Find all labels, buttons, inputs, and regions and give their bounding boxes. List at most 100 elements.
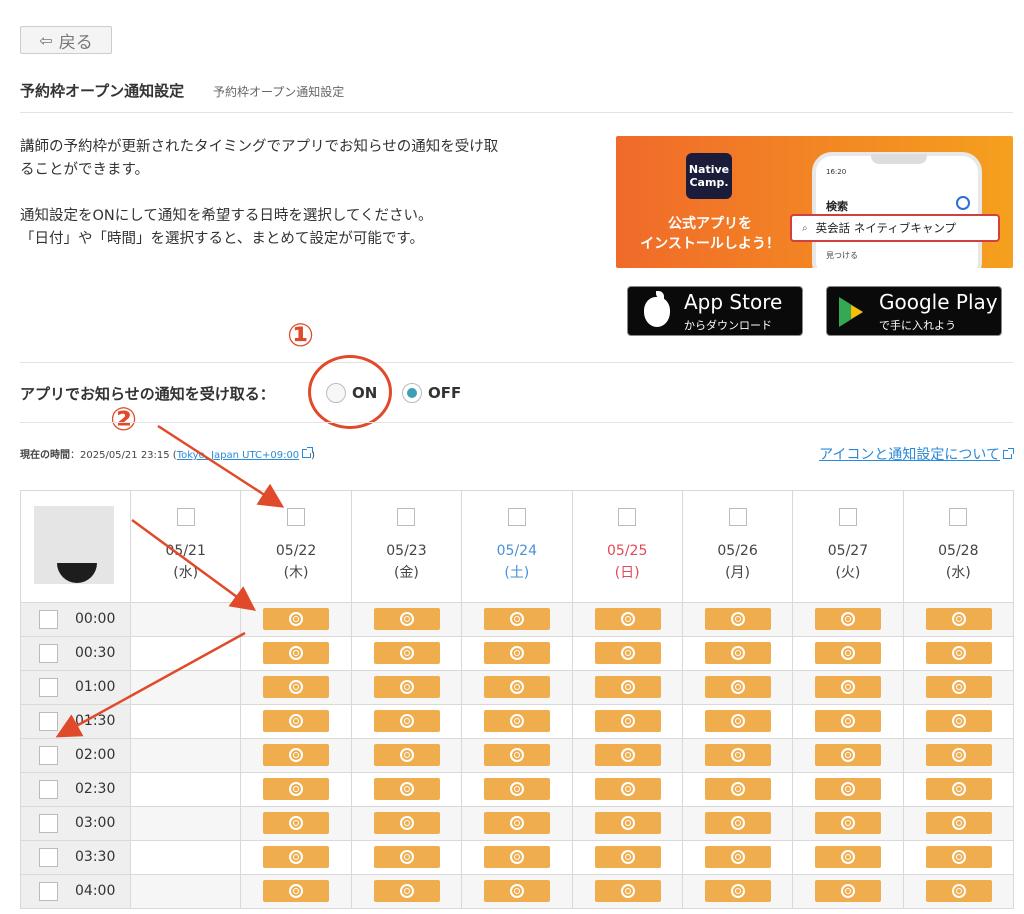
googleplay-button[interactable]: Google Play で手に入れよう: [826, 286, 1002, 336]
slot-button[interactable]: [373, 676, 440, 698]
double-circle-icon: [841, 816, 856, 830]
slot-button[interactable]: [263, 608, 330, 630]
slot-button[interactable]: [925, 744, 992, 766]
slot-button[interactable]: [815, 880, 882, 902]
slot-cell: [902, 840, 1015, 875]
time-select-checkbox[interactable]: [39, 678, 58, 697]
slot-button[interactable]: [704, 676, 771, 698]
on-radio[interactable]: [326, 383, 346, 403]
slot-button[interactable]: [373, 812, 440, 834]
slot-button[interactable]: [815, 846, 882, 868]
user-icon: [956, 196, 970, 210]
slot-cell: [461, 636, 573, 671]
off-radio[interactable]: [402, 383, 422, 403]
time-select-checkbox[interactable]: [39, 882, 58, 901]
time-select-checkbox[interactable]: [39, 610, 58, 629]
slot-button[interactable]: [815, 676, 882, 698]
slot-button[interactable]: [373, 880, 440, 902]
slot-button[interactable]: [373, 744, 440, 766]
day-select-checkbox[interactable]: [507, 508, 526, 526]
slot-button[interactable]: [484, 880, 551, 902]
slot-button[interactable]: [594, 676, 661, 698]
app-banner[interactable]: Native Camp. 公式アプリを インストールしよう！ 16:20 検索 …: [616, 136, 1013, 268]
slot-button[interactable]: [704, 608, 771, 630]
slot-button[interactable]: [263, 676, 330, 698]
slot-button[interactable]: [484, 676, 551, 698]
double-circle-icon: [510, 884, 525, 898]
slot-button[interactable]: [704, 710, 771, 732]
time-label: 02:00: [75, 747, 116, 763]
slot-button[interactable]: [263, 880, 330, 902]
time-select-checkbox[interactable]: [39, 746, 58, 765]
day-select-checkbox[interactable]: [176, 508, 195, 526]
time-select-checkbox[interactable]: [39, 848, 58, 867]
day-select-checkbox[interactable]: [287, 508, 306, 526]
day-select-checkbox[interactable]: [618, 508, 637, 526]
back-button[interactable]: ⇦ 戻る: [20, 26, 112, 54]
double-circle-icon: [510, 612, 525, 626]
slot-button[interactable]: [815, 744, 882, 766]
slot-button[interactable]: [263, 744, 330, 766]
slot-button[interactable]: [373, 710, 440, 732]
slot-button[interactable]: [594, 846, 661, 868]
slot-cell: [571, 874, 683, 909]
slot-button[interactable]: [373, 642, 440, 664]
slot-button[interactable]: [263, 642, 330, 664]
day-select-checkbox[interactable]: [838, 508, 857, 526]
slot-button[interactable]: [263, 710, 330, 732]
day-date: 05/26 (月): [717, 543, 758, 581]
timezone-link[interactable]: Tokyo, Japan UTC+09:00: [177, 450, 299, 461]
slot-button[interactable]: [484, 608, 551, 630]
slot-button[interactable]: [925, 608, 992, 630]
day-select-checkbox[interactable]: [397, 508, 416, 526]
slot-button[interactable]: [815, 778, 882, 800]
time-select-checkbox[interactable]: [39, 814, 58, 833]
slot-button[interactable]: [484, 744, 551, 766]
slot-button[interactable]: [484, 812, 551, 834]
slot-button[interactable]: [925, 778, 992, 800]
slot-button[interactable]: [594, 608, 661, 630]
slot-button[interactable]: [704, 744, 771, 766]
slot-button[interactable]: [925, 642, 992, 664]
slot-button[interactable]: [484, 642, 551, 664]
slot-button[interactable]: [704, 812, 771, 834]
slot-button[interactable]: [815, 812, 882, 834]
time-select-checkbox[interactable]: [39, 780, 58, 799]
slot-button[interactable]: [925, 676, 992, 698]
slot-button[interactable]: [815, 710, 882, 732]
about-icons-link[interactable]: アイコンと通知設定について: [819, 444, 1014, 464]
time-select-checkbox[interactable]: [39, 644, 58, 663]
slot-button[interactable]: [484, 778, 551, 800]
slot-button[interactable]: [594, 812, 661, 834]
slot-cell: [681, 806, 794, 841]
slot-button[interactable]: [373, 846, 440, 868]
slot-button[interactable]: [373, 608, 440, 630]
slot-button[interactable]: [704, 778, 771, 800]
slot-button[interactable]: [925, 880, 992, 902]
slot-button[interactable]: [484, 710, 551, 732]
slot-button[interactable]: [704, 642, 771, 664]
slot-button[interactable]: [594, 744, 661, 766]
slot-button[interactable]: [263, 846, 330, 868]
slot-button[interactable]: [594, 642, 661, 664]
slot-button[interactable]: [925, 710, 992, 732]
day-select-checkbox[interactable]: [949, 508, 968, 526]
slot-button[interactable]: [815, 608, 882, 630]
slot-button[interactable]: [704, 880, 771, 902]
slot-button[interactable]: [815, 642, 882, 664]
slot-button[interactable]: [373, 778, 440, 800]
slot-button[interactable]: [925, 846, 992, 868]
slot-button[interactable]: [594, 778, 661, 800]
appstore-button[interactable]: App Store からダウンロード: [627, 286, 803, 336]
time-select-checkbox[interactable]: [39, 712, 58, 731]
double-circle-icon: [620, 680, 635, 694]
slot-button[interactable]: [594, 880, 661, 902]
slot-button[interactable]: [263, 778, 330, 800]
slot-button[interactable]: [704, 846, 771, 868]
day-select-checkbox[interactable]: [728, 508, 747, 526]
slot-button[interactable]: [594, 710, 661, 732]
slot-button[interactable]: [484, 846, 551, 868]
slot-button[interactable]: [925, 812, 992, 834]
slot-button[interactable]: [263, 812, 330, 834]
slot-cell: [681, 670, 794, 705]
